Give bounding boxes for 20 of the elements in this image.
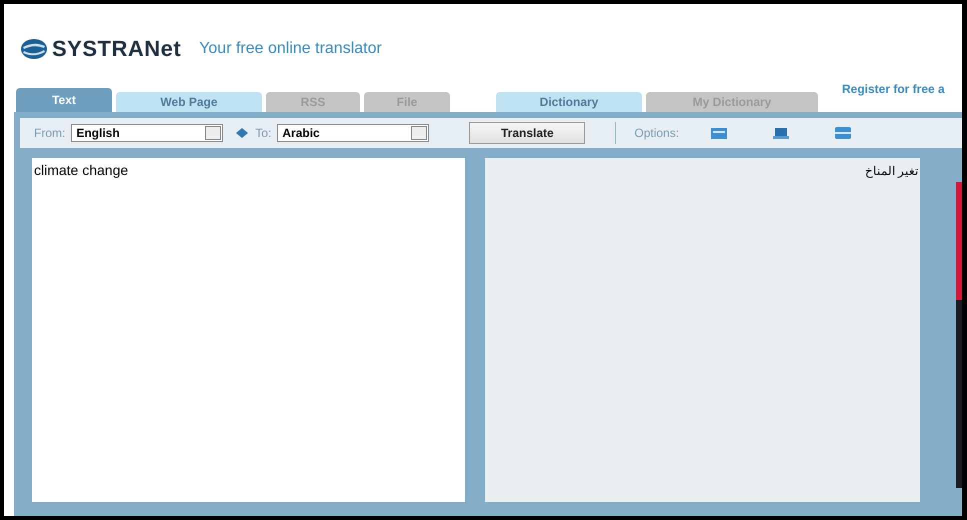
to-label: To: <box>255 126 272 140</box>
source-text: climate change <box>34 162 128 178</box>
window-icon[interactable] <box>711 128 728 138</box>
to-language-dropdown[interactable]: Arabic <box>277 124 430 142</box>
translation-text: تغير المناخ <box>864 164 918 178</box>
options-label: Options: <box>634 126 680 140</box>
source-text-area[interactable]: climate change <box>32 158 466 502</box>
layout-icon[interactable] <box>835 127 852 139</box>
register-link[interactable]: Register for free a <box>842 82 945 96</box>
tab[interactable]: Dictionary <box>496 92 642 112</box>
from-language-dropdown[interactable]: English <box>71 124 224 142</box>
tagline: Your free online translator <box>199 40 382 58</box>
tab[interactable]: Text <box>16 88 112 112</box>
tab[interactable]: Web Page <box>116 92 262 112</box>
from-label: From: <box>34 126 66 140</box>
laptop-icon[interactable] <box>773 128 790 138</box>
logo-text: SYSTRANet <box>52 36 182 62</box>
globe-icon <box>21 39 47 59</box>
swap-icon[interactable] <box>235 127 250 139</box>
translate-button[interactable]: Translate <box>469 122 586 144</box>
